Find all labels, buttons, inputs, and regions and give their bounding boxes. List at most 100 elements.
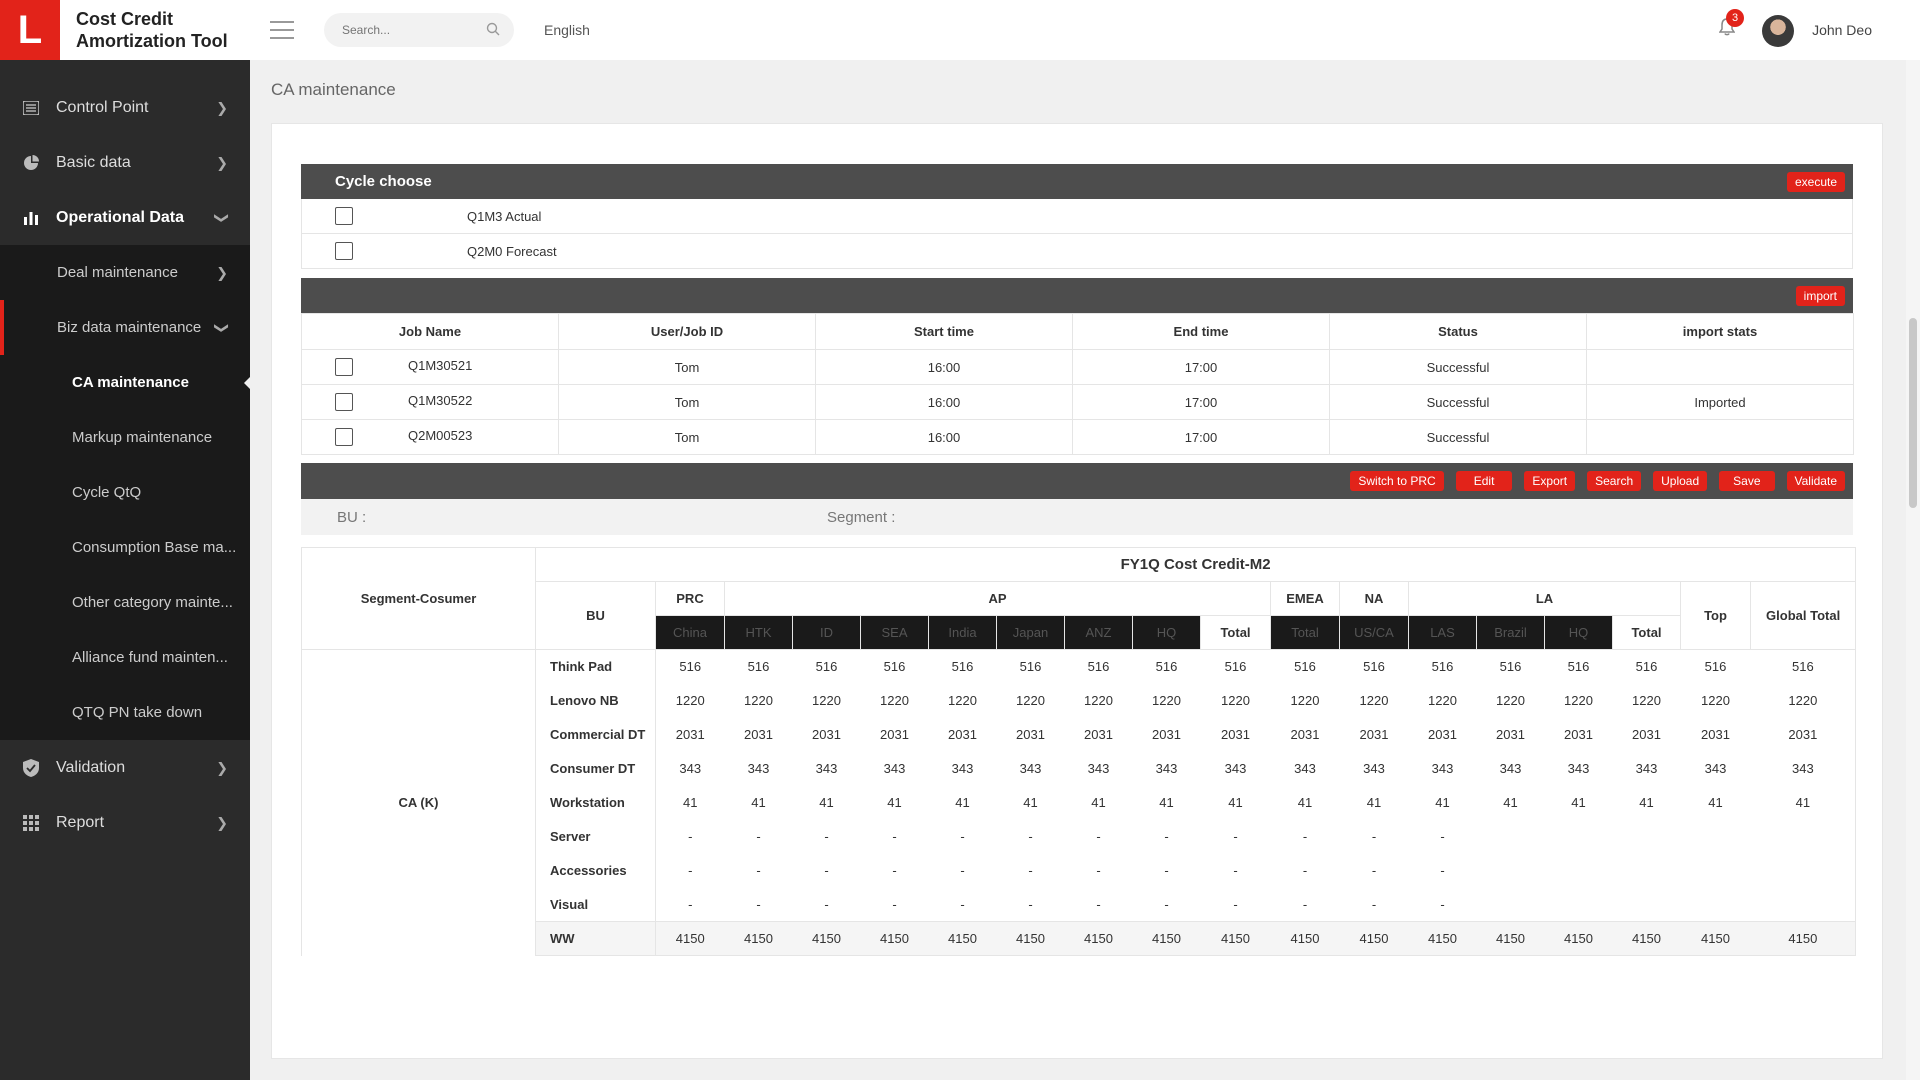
value-cell[interactable]: 41 bbox=[1681, 786, 1751, 820]
value-cell[interactable]: 1220 bbox=[1065, 684, 1133, 718]
value-cell[interactable]: 4150 bbox=[724, 921, 793, 956]
value-cell[interactable]: 343 bbox=[1409, 752, 1477, 786]
value-cell[interactable]: 516 bbox=[860, 649, 929, 684]
value-cell[interactable] bbox=[1477, 820, 1545, 854]
value-cell[interactable]: 41 bbox=[1133, 786, 1201, 820]
value-cell[interactable]: 41 bbox=[1477, 786, 1545, 820]
page-scrollbar[interactable] bbox=[1906, 60, 1920, 1080]
value-cell[interactable]: 516 bbox=[1476, 649, 1545, 684]
search-input[interactable] bbox=[342, 23, 472, 37]
value-cell[interactable] bbox=[1681, 888, 1751, 922]
value-cell[interactable]: 41 bbox=[793, 786, 861, 820]
value-cell[interactable] bbox=[1545, 820, 1613, 854]
value-cell[interactable] bbox=[1613, 820, 1681, 854]
value-cell[interactable]: 4150 bbox=[1200, 921, 1271, 956]
value-cell[interactable] bbox=[1545, 888, 1613, 922]
value-cell[interactable]: - bbox=[997, 888, 1065, 922]
value-cell[interactable]: 4150 bbox=[1064, 921, 1133, 956]
sidebar-item-operational-data[interactable]: Operational Data ❯ bbox=[0, 190, 250, 245]
value-cell[interactable]: - bbox=[1409, 888, 1477, 922]
value-cell[interactable]: - bbox=[1340, 854, 1409, 888]
execute-button[interactable]: execute bbox=[1786, 172, 1845, 192]
value-cell[interactable]: - bbox=[1409, 820, 1477, 854]
value-cell[interactable]: 4150 bbox=[1339, 921, 1409, 956]
sidebar-item-ca-maintenance[interactable]: CA maintenance bbox=[0, 355, 250, 410]
value-cell[interactable]: 2031 bbox=[1340, 718, 1409, 752]
value-cell[interactable]: - bbox=[656, 820, 725, 854]
value-cell[interactable]: 343 bbox=[793, 752, 861, 786]
value-cell[interactable]: - bbox=[1065, 888, 1133, 922]
value-cell[interactable]: - bbox=[861, 820, 929, 854]
value-cell[interactable]: 1220 bbox=[1750, 683, 1857, 718]
value-cell[interactable]: 4150 bbox=[792, 921, 861, 956]
value-cell[interactable] bbox=[1545, 854, 1613, 888]
value-cell[interactable]: 4150 bbox=[1750, 921, 1857, 956]
value-cell[interactable]: 4150 bbox=[1680, 921, 1751, 956]
value-cell[interactable]: 1220 bbox=[1271, 684, 1340, 718]
value-cell[interactable]: 41 bbox=[1750, 785, 1857, 820]
value-cell[interactable]: 1220 bbox=[861, 684, 929, 718]
cycle-option-checkbox[interactable] bbox=[335, 207, 353, 225]
value-cell[interactable]: 516 bbox=[1612, 649, 1681, 684]
value-cell[interactable]: 41 bbox=[861, 786, 929, 820]
value-cell[interactable]: 41 bbox=[1409, 786, 1477, 820]
value-cell[interactable]: 2031 bbox=[656, 718, 725, 752]
value-cell[interactable]: 343 bbox=[656, 752, 725, 786]
value-cell[interactable]: 516 bbox=[724, 649, 793, 684]
search-button[interactable]: Search bbox=[1587, 471, 1642, 491]
value-cell[interactable]: 343 bbox=[1133, 752, 1201, 786]
import-button[interactable]: import bbox=[1795, 286, 1845, 306]
job-checkbox[interactable] bbox=[335, 358, 353, 376]
value-cell[interactable]: 41 bbox=[1545, 786, 1613, 820]
value-cell[interactable]: 2031 bbox=[725, 718, 793, 752]
value-cell[interactable]: - bbox=[1133, 820, 1201, 854]
value-cell[interactable]: 2031 bbox=[1477, 718, 1545, 752]
value-cell[interactable]: - bbox=[1133, 854, 1201, 888]
value-cell[interactable]: - bbox=[997, 820, 1065, 854]
value-cell[interactable]: - bbox=[1340, 820, 1409, 854]
value-cell[interactable]: 343 bbox=[1681, 752, 1751, 786]
value-cell[interactable]: 516 bbox=[1132, 649, 1201, 684]
validate-button[interactable]: Validate bbox=[1786, 471, 1845, 491]
value-cell[interactable]: 41 bbox=[656, 786, 725, 820]
value-cell[interactable]: 343 bbox=[929, 752, 997, 786]
value-cell[interactable]: 1220 bbox=[1545, 684, 1613, 718]
value-cell[interactable]: 1220 bbox=[656, 684, 725, 718]
value-cell[interactable]: 4150 bbox=[1408, 921, 1477, 956]
value-cell[interactable]: 343 bbox=[1065, 752, 1133, 786]
value-cell[interactable]: 343 bbox=[1477, 752, 1545, 786]
value-cell[interactable]: - bbox=[725, 854, 793, 888]
value-cell[interactable]: 343 bbox=[1201, 752, 1271, 786]
value-cell[interactable]: 2031 bbox=[1271, 718, 1340, 752]
value-cell[interactable]: 343 bbox=[1271, 752, 1340, 786]
value-cell[interactable]: 4150 bbox=[1544, 921, 1613, 956]
value-cell[interactable]: 2031 bbox=[1065, 718, 1133, 752]
job-checkbox[interactable] bbox=[335, 393, 353, 411]
value-cell[interactable]: 516 bbox=[928, 649, 997, 684]
value-cell[interactable]: - bbox=[1201, 854, 1271, 888]
value-cell[interactable]: 4150 bbox=[1132, 921, 1201, 956]
sidebar-item-report[interactable]: Report ❯ bbox=[0, 795, 250, 850]
value-cell[interactable]: - bbox=[861, 854, 929, 888]
value-cell[interactable]: 516 bbox=[655, 649, 725, 684]
sidebar-item-alliance-fund[interactable]: Alliance fund mainten... bbox=[0, 630, 250, 685]
value-cell[interactable] bbox=[1477, 888, 1545, 922]
value-cell[interactable]: 2031 bbox=[929, 718, 997, 752]
value-cell[interactable]: - bbox=[725, 820, 793, 854]
value-cell[interactable]: 343 bbox=[725, 752, 793, 786]
value-cell[interactable]: 516 bbox=[1750, 649, 1857, 684]
value-cell[interactable]: 1220 bbox=[997, 684, 1065, 718]
value-cell[interactable] bbox=[1750, 853, 1857, 888]
cycle-option-checkbox[interactable] bbox=[335, 242, 353, 260]
user-name[interactable]: John Deo bbox=[1812, 22, 1872, 38]
value-cell[interactable]: - bbox=[656, 888, 725, 922]
value-cell[interactable] bbox=[1613, 854, 1681, 888]
value-cell[interactable]: 343 bbox=[1340, 752, 1409, 786]
value-cell[interactable]: 41 bbox=[1340, 786, 1409, 820]
hamburger-menu-icon[interactable] bbox=[270, 21, 294, 39]
value-cell[interactable]: 516 bbox=[1544, 649, 1613, 684]
value-cell[interactable]: 343 bbox=[1613, 752, 1681, 786]
value-cell[interactable]: 41 bbox=[929, 786, 997, 820]
value-cell[interactable]: 1220 bbox=[725, 684, 793, 718]
value-cell[interactable]: 4150 bbox=[928, 921, 997, 956]
